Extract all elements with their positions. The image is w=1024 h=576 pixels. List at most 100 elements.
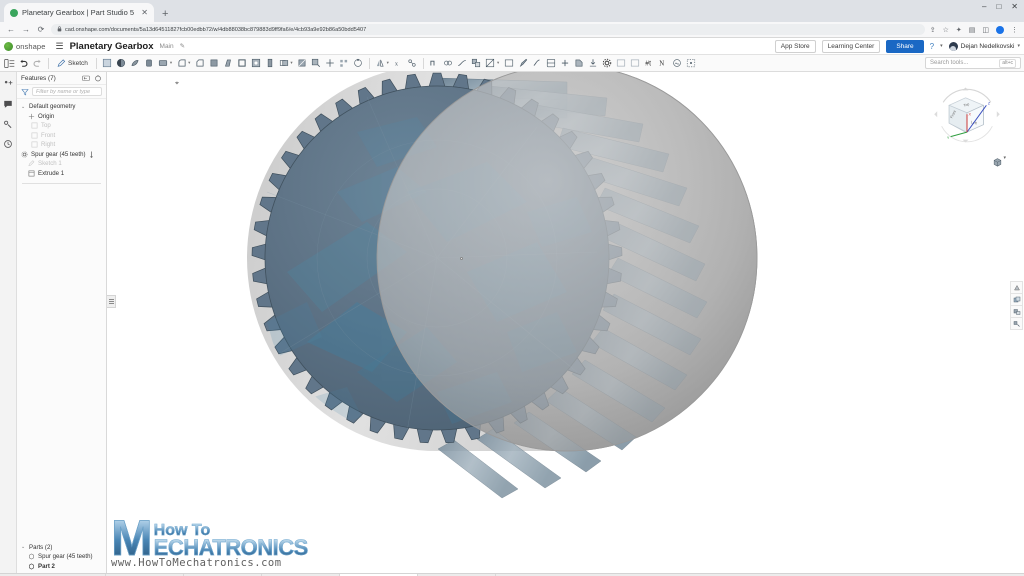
shell-icon[interactable] xyxy=(235,57,248,70)
pattern-linear-icon[interactable] xyxy=(338,57,351,70)
section-view-icon[interactable] xyxy=(484,57,497,70)
tree-node-top-plane[interactable]: Top xyxy=(17,121,106,131)
transform-icon[interactable] xyxy=(324,57,337,70)
planetary-gearbox-model[interactable] xyxy=(107,72,1024,573)
new-tab-button[interactable]: + xyxy=(162,8,168,22)
composite-part-icon[interactable] xyxy=(470,57,483,70)
collapse-panel-icon[interactable] xyxy=(82,74,90,82)
collaborate-icon[interactable] xyxy=(3,116,14,127)
tree-node-right-plane[interactable]: Right xyxy=(17,140,106,150)
pattern-circular-icon[interactable] xyxy=(352,57,365,70)
comments-icon[interactable] xyxy=(3,96,14,107)
close-icon[interactable]: ✕ xyxy=(141,9,148,17)
hamburger-icon[interactable]: ☰ xyxy=(55,41,63,52)
part-item-part-2[interactable]: Part 2 xyxy=(17,562,106,572)
history-icon[interactable] xyxy=(3,136,14,147)
redo-icon[interactable] xyxy=(31,57,44,70)
configuration-icon[interactable] xyxy=(600,57,613,70)
view-chevron-down-icon[interactable]: ▾ xyxy=(1003,155,1006,161)
branch-label[interactable]: Main xyxy=(160,43,174,50)
properties-icon[interactable] xyxy=(628,57,641,70)
undo-icon[interactable] xyxy=(17,57,30,70)
extrude-icon[interactable] xyxy=(115,57,128,70)
bom-icon[interactable] xyxy=(614,57,627,70)
address-bar[interactable]: cad.onshape.com/documents/5a13d64511827f… xyxy=(51,24,925,35)
mirror-chevron-down-icon[interactable]: ▾ xyxy=(387,60,389,66)
thread-icon[interactable] xyxy=(263,57,276,70)
mirror-icon[interactable] xyxy=(374,57,387,70)
more-menu-icon[interactable]: ⋮ xyxy=(1011,26,1018,34)
boolean-chevron-down-icon[interactable]: ▾ xyxy=(290,60,292,66)
browser-tab[interactable]: Planetary Gearbox | Part Studio 5 ✕ xyxy=(4,3,154,22)
tree-node-origin[interactable]: Origin xyxy=(17,112,106,122)
rollback-icon[interactable] xyxy=(94,74,102,82)
import-icon[interactable] xyxy=(586,57,599,70)
parts-header[interactable]: ⌄ Parts (2) xyxy=(17,543,106,553)
view-cube-icon[interactable] xyxy=(993,154,1001,162)
window-close-button[interactable]: ✕ xyxy=(1011,2,1018,11)
insert-icon[interactable] xyxy=(558,57,571,70)
maximize-button[interactable]: □ xyxy=(996,2,1001,11)
view-cube-menu[interactable]: ▾ xyxy=(993,154,1006,162)
filter-input[interactable]: Filter by name or type xyxy=(32,87,102,96)
profile-icon[interactable] xyxy=(996,26,1004,34)
graphics-viewport[interactable]: ⌖ xyxy=(107,72,1024,573)
pencil-icon[interactable]: ✎ xyxy=(180,42,185,50)
media-icon[interactable]: ▤ xyxy=(969,26,976,34)
feature-pin-icon[interactable] xyxy=(89,151,96,158)
hole-icon[interactable] xyxy=(249,57,262,70)
curve-icon[interactable] xyxy=(456,57,469,70)
derived-icon[interactable] xyxy=(572,57,585,70)
user-menu[interactable]: Dejan Nedelkovski ▾ xyxy=(949,42,1020,51)
chamfer-icon[interactable] xyxy=(193,57,206,70)
sketch-button[interactable]: Sketch xyxy=(53,57,92,70)
share-icon[interactable]: ⇪ xyxy=(930,26,936,34)
measure-icon[interactable] xyxy=(406,57,419,70)
feature-list-icon[interactable] xyxy=(3,57,16,70)
revolve-icon[interactable] xyxy=(129,57,142,70)
minimize-button[interactable]: – xyxy=(982,2,986,11)
tool-search-box[interactable]: Search tools... alt+c xyxy=(925,57,1021,69)
panel-resize-handle[interactable] xyxy=(107,295,116,308)
draft-icon[interactable] xyxy=(221,57,234,70)
variable-icon[interactable]: x xyxy=(392,57,405,70)
select-other-icon[interactable] xyxy=(684,57,697,70)
move-face-icon[interactable] xyxy=(310,57,323,70)
back-icon[interactable]: ← xyxy=(6,25,16,34)
simulation-icon[interactable] xyxy=(670,57,683,70)
loft-icon[interactable] xyxy=(157,57,170,70)
learning-center-button[interactable]: Learning Center xyxy=(822,40,881,53)
onshape-logo[interactable]: onshape xyxy=(4,42,45,51)
section-chevron-down-icon[interactable]: ▾ xyxy=(497,60,499,66)
fillet-chevron-down-icon[interactable]: ▾ xyxy=(188,60,190,66)
display-state-icon[interactable] xyxy=(502,57,515,70)
curvature-icon[interactable]: N xyxy=(656,57,669,70)
help-circle-icon[interactable]: ? xyxy=(930,42,934,51)
tree-node-sketch-1[interactable]: Sketch 1 xyxy=(17,159,106,169)
forward-icon[interactable]: → xyxy=(21,25,31,34)
sweep-icon[interactable] xyxy=(143,57,156,70)
share-button[interactable]: Share xyxy=(886,40,923,53)
tree-node-front-plane[interactable]: Front xyxy=(17,131,106,141)
loft-chevron-down-icon[interactable]: ▾ xyxy=(170,60,172,66)
rib-icon[interactable] xyxy=(207,57,220,70)
tree-node-default-geometry[interactable]: ⌄ Default geometry xyxy=(17,102,106,112)
extensions-puzzle-icon[interactable]: ✦ xyxy=(956,26,962,34)
document-title[interactable]: Planetary Gearbox xyxy=(70,41,154,52)
help-chevron-down-icon[interactable]: ▾ xyxy=(940,43,943,49)
explode-icon[interactable] xyxy=(1010,317,1023,330)
assembly-icon[interactable] xyxy=(544,57,557,70)
filter-funnel-icon[interactable] xyxy=(21,88,29,96)
fillet-icon[interactable] xyxy=(175,57,188,70)
app-store-button[interactable]: App Store xyxy=(775,40,816,53)
split-icon[interactable] xyxy=(296,57,309,70)
chevron-down-icon[interactable]: ⌄ xyxy=(21,104,26,110)
tree-node-extrude-1[interactable]: Extrude 1 xyxy=(17,169,106,179)
hashtag-icon[interactable]: #t xyxy=(642,57,655,70)
plane-icon[interactable] xyxy=(101,57,114,70)
tree-node-spur-gear-feature[interactable]: Spur gear (45 teeth) xyxy=(17,150,106,160)
insert-part-icon[interactable] xyxy=(3,76,14,87)
sheet-metal-icon[interactable] xyxy=(428,57,441,70)
part-item-spur-gear[interactable]: Spur gear (45 teeth) xyxy=(17,552,106,562)
appearance-icon[interactable] xyxy=(516,57,529,70)
